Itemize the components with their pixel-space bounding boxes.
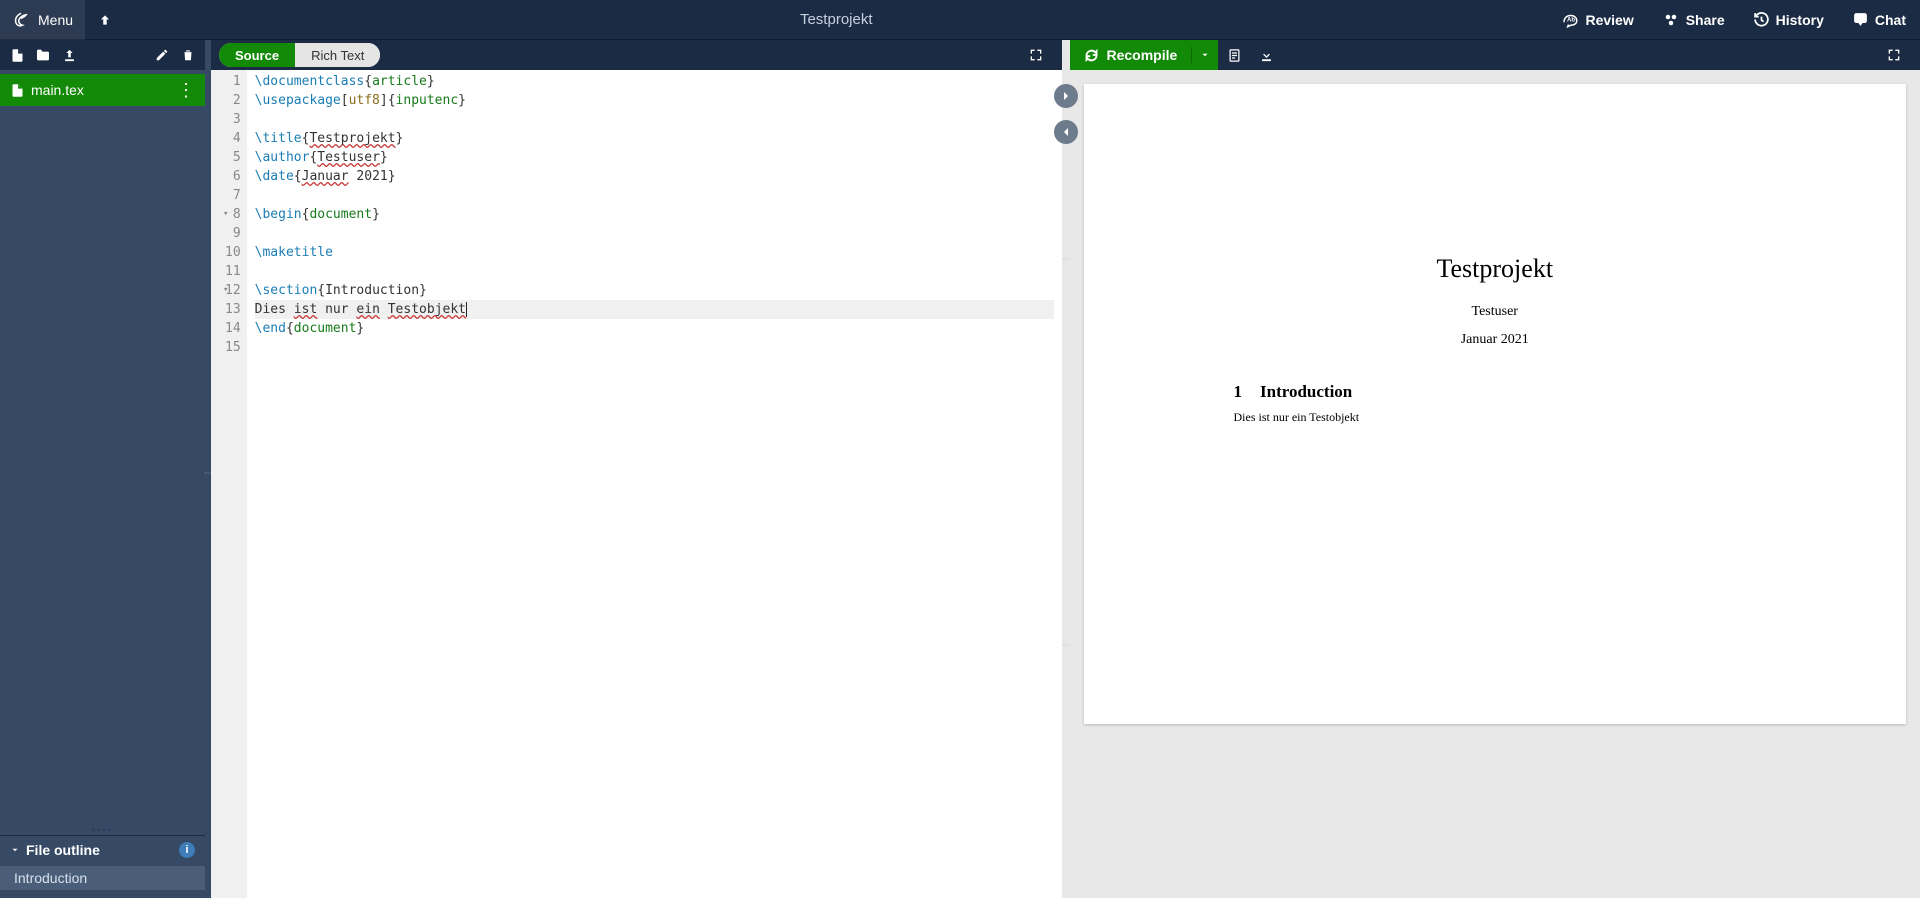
refresh-icon [1084, 48, 1099, 63]
sync-to-pdf-button[interactable] [1054, 84, 1078, 108]
pdf-section-number: 1 [1234, 382, 1243, 401]
chat-icon [1852, 11, 1869, 28]
source-mode-button[interactable]: Source [219, 43, 295, 67]
file-icon [10, 83, 25, 98]
pdf-panel: Recompile Testp [1070, 40, 1920, 898]
outline-item-introduction[interactable]: Introduction [0, 866, 205, 890]
share-button[interactable]: Share [1648, 0, 1739, 40]
chat-label: Chat [1875, 12, 1906, 28]
back-to-projects-button[interactable] [85, 0, 125, 40]
review-button[interactable]: Ab Review [1547, 0, 1647, 40]
chevron-down-icon [10, 845, 20, 855]
topbar-left: Menu [0, 0, 125, 40]
share-icon [1662, 11, 1680, 29]
recompile-group: Recompile [1070, 40, 1219, 70]
chat-button[interactable]: Chat [1838, 0, 1920, 40]
recompile-label: Recompile [1107, 47, 1178, 63]
up-arrow-icon [98, 13, 112, 27]
upload-button[interactable] [58, 40, 80, 70]
editor-pdf-splitter[interactable]: ⋮ ⋮ [1062, 40, 1070, 898]
overleaf-logo-icon [12, 11, 30, 29]
new-folder-button[interactable] [32, 40, 54, 70]
main-area: main.tex ⋮ •••• File outline i Introduct… [0, 40, 1920, 898]
menu-button[interactable]: Menu [0, 0, 85, 40]
code-body[interactable]: \documentclass{article}\usepackage[utf8]… [247, 70, 1062, 898]
editor-panel: Source Rich Text 123456789101112131415 \… [211, 40, 1062, 898]
pdf-title: Testprojekt [1144, 254, 1847, 284]
file-tree-sidebar: main.tex ⋮ •••• File outline i Introduct… [0, 40, 205, 898]
topbar-right: Ab Review Share History Chat [1547, 0, 1920, 40]
menu-label: Menu [38, 12, 73, 28]
recompile-button[interactable]: Recompile [1070, 47, 1193, 63]
review-icon: Ab [1561, 11, 1579, 29]
delete-button[interactable] [177, 40, 199, 70]
project-title[interactable]: Testprojekt [125, 11, 1547, 28]
recompile-dropdown-button[interactable] [1192, 50, 1218, 60]
new-file-button[interactable] [6, 40, 28, 70]
editor-fullwidth-button[interactable] [1028, 47, 1054, 63]
pdf-date: Januar 2021 [1144, 332, 1847, 348]
pdf-section-heading: 1 Introduction [1234, 382, 1847, 402]
svg-text:Ab: Ab [1567, 17, 1575, 23]
pdf-toolbar: Recompile [1070, 40, 1920, 70]
editor-mode-toggle: Source Rich Text [219, 43, 380, 67]
history-label: History [1776, 12, 1824, 28]
share-label: Share [1686, 12, 1725, 28]
rename-button[interactable] [151, 40, 173, 70]
sync-to-code-button[interactable] [1054, 120, 1078, 144]
pdf-actions [1218, 40, 1282, 70]
sidebar-resize-handle[interactable]: •••• [0, 825, 205, 835]
download-pdf-button[interactable] [1250, 40, 1282, 70]
view-logs-button[interactable] [1218, 40, 1250, 70]
history-button[interactable]: History [1739, 0, 1838, 40]
richtext-mode-button[interactable]: Rich Text [295, 43, 380, 67]
editor-toolbar: Source Rich Text [211, 40, 1062, 70]
file-tree: main.tex ⋮ [0, 70, 205, 825]
review-label: Review [1585, 12, 1633, 28]
file-name: main.tex [31, 82, 84, 98]
topbar: Menu Testprojekt Ab Review Share History [0, 0, 1920, 40]
line-number-gutter: 123456789101112131415 [211, 70, 247, 898]
file-outline-label: File outline [26, 842, 100, 858]
pdf-page: Testprojekt Testuser Januar 2021 1 Introd… [1084, 84, 1907, 724]
file-tree-toolbar [0, 40, 205, 70]
file-outline-body: Introduction [0, 864, 205, 898]
history-icon [1753, 11, 1770, 28]
file-tree-item-main-tex[interactable]: main.tex ⋮ [0, 74, 205, 106]
pdf-section-title: Introduction [1260, 382, 1352, 401]
pdf-body: Dies ist nur ein Testobjekt [1234, 410, 1847, 425]
pdf-fullwidth-button[interactable] [1886, 47, 1912, 63]
info-icon[interactable]: i [179, 842, 195, 858]
pdf-scrollbar[interactable] [1070, 886, 1920, 898]
code-editor[interactable]: 123456789101112131415 \documentclass{art… [211, 70, 1062, 898]
pdf-viewer[interactable]: Testprojekt Testuser Januar 2021 1 Introd… [1070, 70, 1920, 886]
file-outline-panel: File outline i Introduction [0, 835, 205, 898]
pdf-author: Testuser [1144, 304, 1847, 320]
file-outline-header[interactable]: File outline i [0, 836, 205, 864]
